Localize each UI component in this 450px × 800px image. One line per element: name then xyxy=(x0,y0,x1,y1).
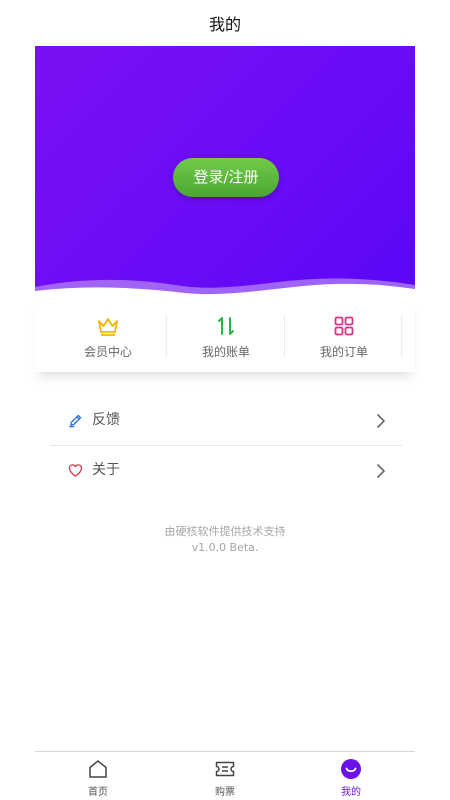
menu-item-label: 关于 xyxy=(92,462,120,478)
quick-action-my-bills[interactable]: 我的账单 xyxy=(167,314,285,364)
pencil-icon xyxy=(69,414,82,428)
wave-decoration xyxy=(35,278,415,301)
ticket-icon xyxy=(215,761,235,777)
chevron-right-icon xyxy=(377,414,385,428)
chevron-right-icon xyxy=(377,464,385,478)
tab-label: 我的 xyxy=(341,787,361,798)
page-title: 我的 xyxy=(208,15,241,34)
footer-info: 由硬核软件提供技术支持 v1.0.0 Beta. xyxy=(0,524,450,556)
quick-actions-card: 会员中心 我的账单 我的订单 xyxy=(35,300,415,372)
menu-item-about[interactable]: 关于 xyxy=(50,446,402,496)
tab-mine[interactable]: 我的 xyxy=(321,758,381,798)
version-text: v1.0.0 Beta. xyxy=(191,541,259,554)
bottom-tab-bar: 首页 购票 我的 xyxy=(35,751,415,800)
menu-item-feedback[interactable]: 反馈 xyxy=(50,396,402,446)
profile-hero-banner: 登录/注册 xyxy=(35,46,415,301)
tab-label: 购票 xyxy=(215,787,235,798)
quick-action-my-orders[interactable]: 我的订单 xyxy=(285,314,403,364)
smile-icon xyxy=(341,759,361,779)
crown-icon xyxy=(98,318,118,336)
grid-icon xyxy=(334,316,354,336)
menu-item-label: 反馈 xyxy=(92,412,120,428)
tab-tickets[interactable]: 购票 xyxy=(195,758,255,798)
tab-label: 首页 xyxy=(88,787,108,798)
quick-action-member-center[interactable]: 会员中心 xyxy=(49,314,167,364)
heart-icon xyxy=(68,464,83,477)
quick-action-label: 我的账单 xyxy=(201,345,250,359)
home-icon xyxy=(89,760,107,778)
quick-action-label: 我的订单 xyxy=(319,345,368,359)
quick-action-label: 会员中心 xyxy=(83,345,132,359)
tab-home[interactable]: 首页 xyxy=(68,758,128,798)
divider xyxy=(401,314,402,358)
sort-arrows-icon xyxy=(218,317,234,335)
settings-menu-list: 反馈 关于 xyxy=(50,396,402,496)
tech-support-text: 由硬核软件提供技术支持 xyxy=(164,525,286,538)
login-register-button[interactable]: 登录/注册 xyxy=(173,158,279,197)
